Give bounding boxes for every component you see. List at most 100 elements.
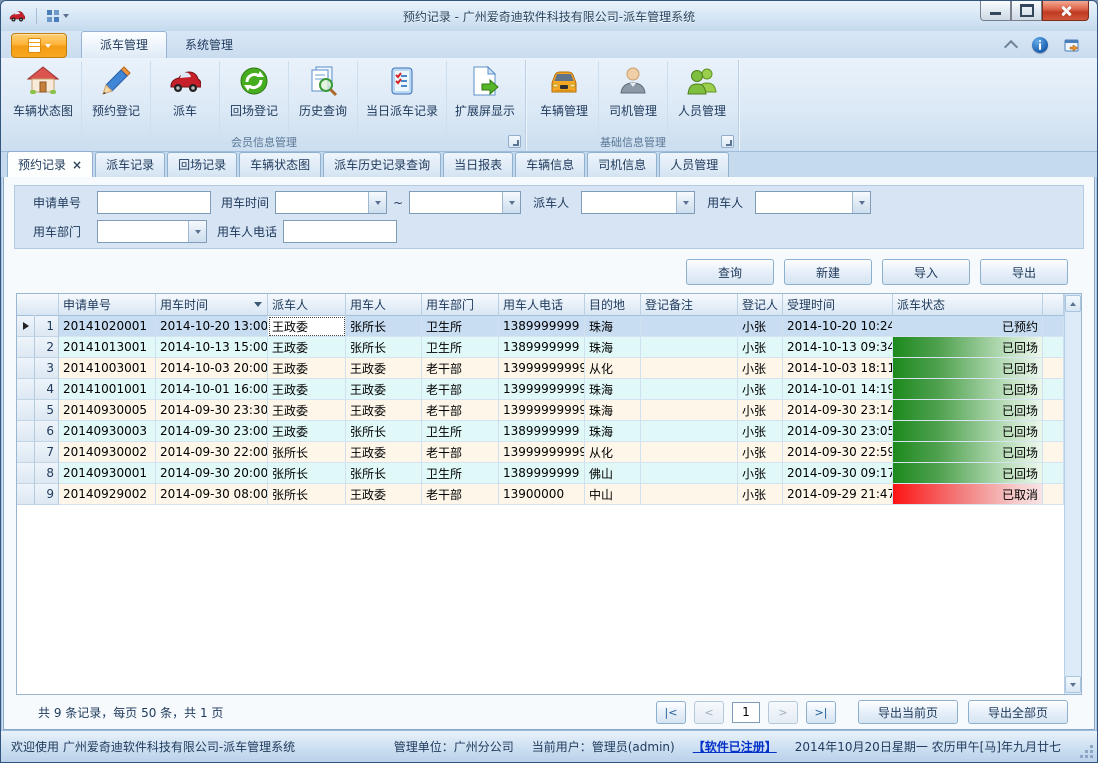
tab-vehicle-info[interactable]: 车辆信息 — [515, 152, 585, 177]
cell-user[interactable]: 张所长 — [346, 316, 422, 337]
cell-rownum[interactable]: 8 — [35, 463, 59, 484]
maximize-button[interactable] — [1011, 1, 1042, 21]
cell-dest[interactable]: 珠海 — [585, 421, 641, 442]
cell-filler[interactable] — [1043, 442, 1064, 463]
table-row[interactable]: 4201410010012014-10-01 16:00王政委王政委老干部139… — [17, 379, 1064, 400]
cell-dept[interactable]: 卫生所 — [422, 463, 499, 484]
cell-rownum[interactable]: 6 — [35, 421, 59, 442]
reservation-register-button[interactable]: 预约登记 — [81, 61, 150, 133]
page-input[interactable] — [732, 702, 760, 723]
cell-use-time[interactable]: 2014-10-03 20:00 — [156, 358, 268, 379]
cell-accept-time[interactable]: 2014-10-20 10:24 — [783, 316, 893, 337]
cell-filler[interactable] — [1043, 316, 1064, 337]
cell-filler[interactable] — [1043, 400, 1064, 421]
return-register-button[interactable]: 回场登记 — [219, 61, 288, 133]
tab-reservation-records[interactable]: 预约记录 × — [7, 151, 93, 177]
cell-phone[interactable]: 1389999999 — [499, 463, 585, 484]
cell-registrar[interactable]: 小张 — [738, 337, 783, 358]
combo-dropdown-button[interactable] — [188, 221, 206, 242]
cell-remark[interactable] — [641, 400, 738, 421]
cell-order-no[interactable]: 20141003001 — [59, 358, 156, 379]
cell-user[interactable]: 王政委 — [346, 358, 422, 379]
cell-dispatcher[interactable]: 张所长 — [268, 484, 346, 505]
header-order-no[interactable]: 申请单号 — [59, 294, 156, 316]
tab-dispatch-records[interactable]: 派车记录 — [95, 152, 165, 177]
tab-daily-report[interactable]: 当日报表 — [443, 152, 513, 177]
dispatch-button[interactable]: 派车 — [150, 61, 219, 133]
header-dept[interactable]: 用车部门 — [422, 294, 499, 316]
cell-dispatcher[interactable]: 张所长 — [268, 463, 346, 484]
cell-use-time[interactable]: 2014-09-30 23:00 — [156, 421, 268, 442]
resize-grip[interactable] — [1081, 746, 1093, 758]
tab-return-records[interactable]: 回场记录 — [167, 152, 237, 177]
driver-manage-button[interactable]: 司机管理 — [598, 61, 667, 133]
header-accept-time[interactable]: 受理时间 — [783, 294, 893, 316]
cell-phone[interactable]: 1389999999 — [499, 337, 585, 358]
cell-user[interactable]: 王政委 — [346, 442, 422, 463]
cell-dest[interactable]: 中山 — [585, 484, 641, 505]
cell-accept-time[interactable]: 2014-09-29 21:47 — [783, 484, 893, 505]
table-row[interactable]: 5201409300052014-09-30 23:30王政委王政委老干部139… — [17, 400, 1064, 421]
cell-status[interactable]: 已预约 — [893, 316, 1043, 337]
cell-user[interactable]: 王政委 — [346, 484, 422, 505]
cell-indicator[interactable] — [17, 442, 35, 463]
tab-driver-info[interactable]: 司机信息 — [587, 152, 657, 177]
personnel-manage-button[interactable]: 人员管理 — [667, 61, 736, 133]
cell-rownum[interactable]: 1 — [35, 316, 59, 337]
cell-status[interactable]: 已回场 — [893, 421, 1043, 442]
cell-status[interactable]: 已回场 — [893, 337, 1043, 358]
combo-dropdown-button[interactable] — [368, 192, 386, 213]
quick-access-toolbar-button[interactable] — [42, 7, 73, 25]
tab-vehicle-status-map[interactable]: 车辆状态图 — [239, 152, 321, 177]
cell-phone[interactable]: 13900000 — [499, 484, 585, 505]
cell-user[interactable]: 张所长 — [346, 421, 422, 442]
ribbon-tab-dispatch[interactable]: 派车管理 — [81, 31, 167, 58]
cell-phone[interactable]: 1389999999 — [499, 421, 585, 442]
cell-user[interactable]: 王政委 — [346, 379, 422, 400]
cell-remark[interactable] — [641, 316, 738, 337]
cell-use-time[interactable]: 2014-10-13 15:00 — [156, 337, 268, 358]
cell-registrar[interactable]: 小张 — [738, 400, 783, 421]
style-switch-icon[interactable] — [1064, 38, 1081, 53]
cell-remark[interactable] — [641, 337, 738, 358]
cell-dispatcher[interactable]: 王政委 — [268, 337, 346, 358]
cell-indicator[interactable] — [17, 316, 35, 337]
export-button[interactable]: 导出 — [980, 259, 1068, 285]
header-phone[interactable]: 用车人电话 — [499, 294, 585, 316]
cell-dispatcher[interactable]: 王政委 — [268, 421, 346, 442]
minimize-button[interactable] — [980, 1, 1011, 21]
dialog-launcher-icon[interactable] — [508, 135, 521, 148]
cell-dest[interactable]: 从化 — [585, 358, 641, 379]
cell-order-no[interactable]: 20141020001 — [59, 316, 156, 337]
header-dispatcher[interactable]: 派车人 — [268, 294, 346, 316]
application-menu-button[interactable] — [11, 33, 67, 58]
cell-accept-time[interactable]: 2014-10-03 18:11 — [783, 358, 893, 379]
cell-remark[interactable] — [641, 421, 738, 442]
header-dest[interactable]: 目的地 — [585, 294, 641, 316]
scroll-down-button[interactable] — [1065, 676, 1081, 693]
phone-input[interactable] — [283, 220, 397, 243]
vertical-scrollbar[interactable] — [1064, 294, 1081, 694]
cell-order-no[interactable]: 20141013001 — [59, 337, 156, 358]
cell-rownum[interactable]: 4 — [35, 379, 59, 400]
ribbon-tab-system[interactable]: 系统管理 — [167, 32, 251, 58]
cell-filler[interactable] — [1043, 484, 1064, 505]
cell-dept[interactable]: 老干部 — [422, 484, 499, 505]
dept-combo[interactable] — [97, 220, 207, 243]
order-no-input[interactable] — [97, 191, 211, 214]
last-page-button[interactable]: >| — [806, 701, 836, 724]
table-row[interactable]: 8201409300012014-09-30 20:00张所长张所长卫生所138… — [17, 463, 1064, 484]
cell-accept-time[interactable]: 2014-09-30 23:14 — [783, 400, 893, 421]
cell-user[interactable]: 王政委 — [346, 400, 422, 421]
cell-indicator[interactable] — [17, 337, 35, 358]
cell-accept-time[interactable]: 2014-10-13 09:34 — [783, 337, 893, 358]
cell-dest[interactable]: 珠海 — [585, 316, 641, 337]
cell-accept-time[interactable]: 2014-09-30 09:17 — [783, 463, 893, 484]
cell-status[interactable]: 已回场 — [893, 442, 1043, 463]
dialog-launcher-icon[interactable] — [721, 135, 734, 148]
header-status[interactable]: 派车状态 — [893, 294, 1043, 316]
cell-dispatcher[interactable]: 王政委 — [268, 379, 346, 400]
cell-dept[interactable]: 卫生所 — [422, 337, 499, 358]
cell-dest[interactable]: 珠海 — [585, 379, 641, 400]
header-user[interactable]: 用车人 — [346, 294, 422, 316]
